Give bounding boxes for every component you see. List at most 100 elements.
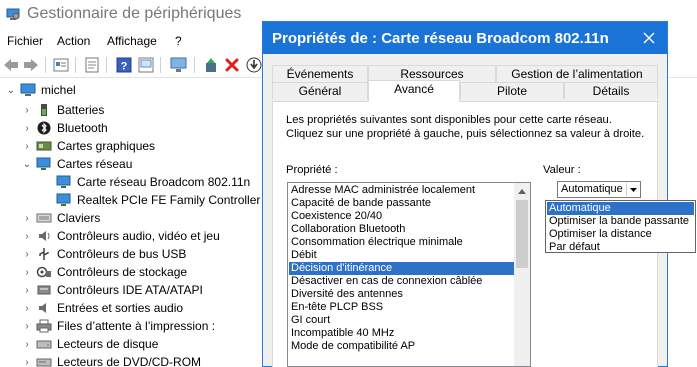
- back-arrow-icon[interactable]: [2, 56, 20, 74]
- uninstall-icon[interactable]: [223, 56, 241, 74]
- chevron-right-icon[interactable]: ›: [20, 299, 34, 317]
- tab-pilote[interactable]: Pilote: [460, 82, 564, 99]
- menu-affichage[interactable]: Affichage: [107, 34, 157, 48]
- tree-item-label: Contrôleurs de bus USB: [57, 247, 187, 261]
- help-icon[interactable]: ?: [115, 56, 133, 74]
- property-item[interactable]: Capacité de bande passante: [289, 197, 514, 210]
- property-item[interactable]: Désactiver en cas de connexion câblée: [289, 275, 514, 288]
- chevron-right-icon[interactable]: ›: [20, 245, 34, 263]
- dialog-titlebar[interactable]: Propriétés de : Carte réseau Broadcom 80…: [263, 22, 667, 54]
- value-option[interactable]: Par défaut: [547, 241, 694, 254]
- tab-gestion-alimentation[interactable]: Gestion de l’alimentation: [496, 65, 658, 82]
- chevron-right-icon[interactable]: ›: [20, 335, 34, 353]
- property-scrollbar[interactable]: [514, 183, 530, 366]
- chevron-right-icon[interactable]: ›: [20, 101, 34, 119]
- property-item[interactable]: Mode de compatibilité AP: [289, 340, 514, 353]
- tree-item-label: Lecteurs de DVD/CD-ROM: [57, 355, 202, 367]
- property-item-selected[interactable]: Décision d'itinérance: [289, 262, 514, 275]
- property-listbox[interactable]: Adresse MAC administrée localement Capac…: [287, 182, 531, 367]
- tree-item-label: Bluetooth: [57, 121, 108, 135]
- tree-item-stockage[interactable]: › Contrôleurs de stockage: [20, 263, 187, 281]
- chevron-right-icon[interactable]: ›: [20, 227, 34, 245]
- update-driver-icon[interactable]: [83, 56, 101, 74]
- scrollbar-thumb[interactable]: [516, 200, 528, 268]
- tree-item-label: Claviers: [57, 211, 101, 225]
- tree-item-label: Files d’attente à l’impression :: [57, 319, 216, 333]
- toolbar-separator: [106, 57, 107, 73]
- disk-drive-icon: [36, 336, 52, 352]
- forward-arrow-icon[interactable]: [22, 56, 40, 74]
- dialog-title: Propriétés de : Carte réseau Broadcom 80…: [272, 30, 609, 47]
- download-icon[interactable]: [245, 56, 263, 74]
- properties-icon[interactable]: [52, 56, 70, 74]
- property-item[interactable]: Consommation électrique minimale: [289, 236, 514, 249]
- tab-avance[interactable]: Avancé: [368, 80, 460, 102]
- tree-item-disques[interactable]: › Lecteurs de disque: [20, 335, 158, 353]
- dropdown-arrow-button[interactable]: [626, 183, 639, 196]
- scan-hardware-icon[interactable]: [137, 56, 155, 74]
- menu-help[interactable]: ?: [175, 34, 182, 48]
- menu-action[interactable]: Action: [57, 34, 90, 48]
- tree-item-bluetooth[interactable]: › Bluetooth: [20, 119, 108, 137]
- chevron-right-icon[interactable]: ›: [20, 353, 34, 367]
- property-item[interactable]: Collaboration Bluetooth: [289, 223, 514, 236]
- tree-item-usb[interactable]: › Contrôleurs de bus USB: [20, 245, 186, 263]
- tree-item-dvd[interactable]: › Lecteurs de DVD/CD-ROM: [20, 353, 201, 367]
- menu-fichier[interactable]: Fichier: [7, 34, 43, 48]
- printer-icon: [36, 318, 52, 334]
- toolbar-separator: [75, 57, 76, 73]
- close-button[interactable]: [639, 28, 659, 48]
- toolbar-separator: [45, 57, 46, 73]
- tree-item-realtek[interactable]: Realtek PCIe FE Family Controller: [40, 191, 260, 209]
- toolbar-separator: [194, 57, 195, 73]
- scroll-up-button[interactable]: [514, 183, 530, 199]
- chevron-right-icon[interactable]: ›: [20, 137, 34, 155]
- add-driver-icon[interactable]: [202, 56, 220, 74]
- tree-item-batteries[interactable]: › Batteries: [20, 101, 104, 119]
- chevron-down-icon[interactable]: ⌄: [4, 81, 18, 99]
- value-option[interactable]: Optimiser la bande passante: [547, 215, 694, 228]
- tree-item-cartes-graphiques[interactable]: › Cartes graphiques: [20, 137, 155, 155]
- tree-item-impression[interactable]: › Files d’attente à l’impression :: [20, 317, 215, 335]
- bluetooth-icon: [36, 120, 52, 136]
- tree-item-label: Entrées et sorties audio: [57, 301, 184, 315]
- tree-item-audio-io[interactable]: › Entrées et sorties audio: [20, 299, 183, 317]
- display-adapter-icon: [36, 138, 52, 154]
- battery-icon: [36, 102, 52, 118]
- tree-item-claviers[interactable]: › Claviers: [20, 209, 100, 227]
- chevron-right-icon[interactable]: ›: [20, 281, 34, 299]
- tree-item-label: Carte réseau Broadcom 802.11n: [77, 175, 251, 189]
- tree-item-cartes-reseau[interactable]: ⌄ Cartes réseau: [20, 155, 133, 173]
- tree-item-audio-video[interactable]: › Contrôleurs audio, vidéo et jeu: [20, 227, 219, 245]
- scan-hardware-changes-icon[interactable]: [170, 56, 188, 74]
- device-manager-title: Gestionnaire de périphériques: [27, 5, 242, 22]
- property-item[interactable]: Débit: [289, 249, 514, 262]
- chevron-right-icon[interactable]: ›: [20, 263, 34, 281]
- toolbar-separator: [160, 57, 161, 73]
- tree-item-label: Batteries: [57, 103, 105, 117]
- chevron-right-icon[interactable]: ›: [20, 209, 34, 227]
- network-adapter-icon: [36, 156, 52, 172]
- property-item[interactable]: En-tête PLCP BSS: [289, 301, 514, 314]
- tab-evenements[interactable]: Événements: [272, 65, 368, 82]
- value-option[interactable]: Optimiser la distance: [547, 228, 694, 241]
- property-item[interactable]: Coexistence 20/40: [289, 210, 514, 223]
- property-item[interactable]: Diversité des antennes: [289, 288, 514, 301]
- network-adapter-icon: [56, 174, 72, 190]
- property-item[interactable]: Incompatible 40 MHz: [289, 327, 514, 340]
- tree-root-michel[interactable]: ⌄ michel: [4, 81, 76, 99]
- tree-item-label: Contrôleurs de stockage: [57, 265, 188, 279]
- value-option-highlighted[interactable]: Automatique: [547, 202, 694, 215]
- value-dropdown-list[interactable]: Automatique Optimiser la bande passante …: [545, 200, 696, 253]
- audio-io-icon: [36, 300, 52, 316]
- property-item[interactable]: Adresse MAC administrée localement: [289, 184, 514, 197]
- tree-item-ide[interactable]: › Contrôleurs IDE ATA/ATAPI: [20, 281, 203, 299]
- tab-details[interactable]: Détails: [564, 82, 658, 99]
- chevron-right-icon[interactable]: ›: [20, 119, 34, 137]
- chevron-down-icon[interactable]: ⌄: [20, 155, 34, 173]
- tree-item-broadcom[interactable]: Carte réseau Broadcom 802.11n: [40, 173, 250, 191]
- chevron-right-icon[interactable]: ›: [20, 317, 34, 335]
- property-item[interactable]: GI court: [289, 314, 514, 327]
- value-select[interactable]: Automatique: [557, 181, 641, 198]
- tab-general[interactable]: Général: [272, 82, 368, 99]
